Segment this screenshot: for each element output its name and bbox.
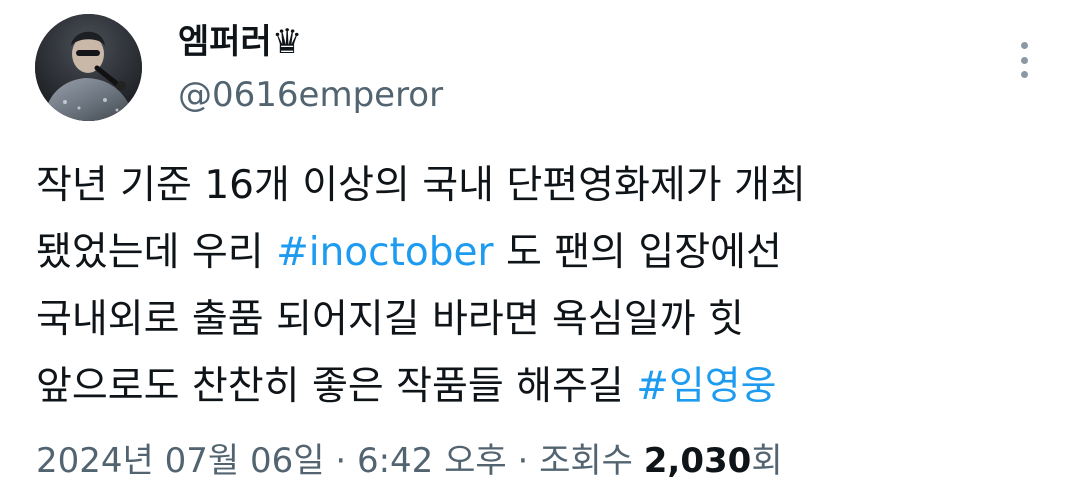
tweet-line: 작년 기준 16개 이상의 국내 단편영화제가 개최 — [36, 152, 1046, 219]
tweet-time[interactable]: 6:42 오후 — [357, 441, 507, 481]
tweet-text-segment: 도 팬의 입장에선 — [493, 230, 782, 275]
tweet-text: 작년 기준 16개 이상의 국내 단편영화제가 개최됐었는데 우리 #inoct… — [36, 152, 1046, 420]
meta-separator: · — [506, 441, 540, 481]
more-options-button[interactable] — [1008, 40, 1040, 80]
profile-photo-icon — [35, 14, 142, 121]
display-name[interactable]: 엠퍼러♛ — [178, 20, 302, 64]
more-vertical-icon — [1020, 42, 1028, 49]
tweet-line: 앞으로도 찬찬히 좋은 작품들 해주길 #임영웅 — [36, 353, 1046, 420]
views-count: 2,030 — [643, 441, 752, 481]
tweet-line: 됐었는데 우리 #inoctober 도 팬의 입장에선 — [36, 219, 1046, 286]
tweet-text-segment: 국내외로 출품 되어지길 바라면 욕심일까 힛 — [36, 297, 744, 342]
tweet-line: 국내외로 출품 되어지길 바라면 욕심일까 힛 — [36, 286, 1046, 353]
tweet-date[interactable]: 2024년 07월 06일 — [36, 441, 325, 481]
meta-separator: · — [324, 441, 357, 481]
hashtag-link[interactable]: #inoctober — [276, 230, 493, 275]
tweet-text-segment: 앞으로도 찬찬히 좋은 작품들 해주길 — [36, 364, 637, 409]
views-suffix: 회 — [751, 441, 783, 481]
tweet-text-segment: 됐었는데 우리 — [36, 230, 277, 275]
views-label: 조회수 — [539, 441, 644, 481]
hashtag-link[interactable]: #임영웅 — [636, 364, 776, 409]
user-handle[interactable]: @0616emperor — [178, 73, 443, 117]
tweet-text-segment: 작년 기준 16개 이상의 국내 단편영화제가 개최 — [36, 163, 806, 208]
tweet-meta: 2024년 07월 06일 · 6:42 오후 · 조회수 2,030회 — [36, 436, 783, 486]
avatar[interactable] — [35, 14, 142, 121]
